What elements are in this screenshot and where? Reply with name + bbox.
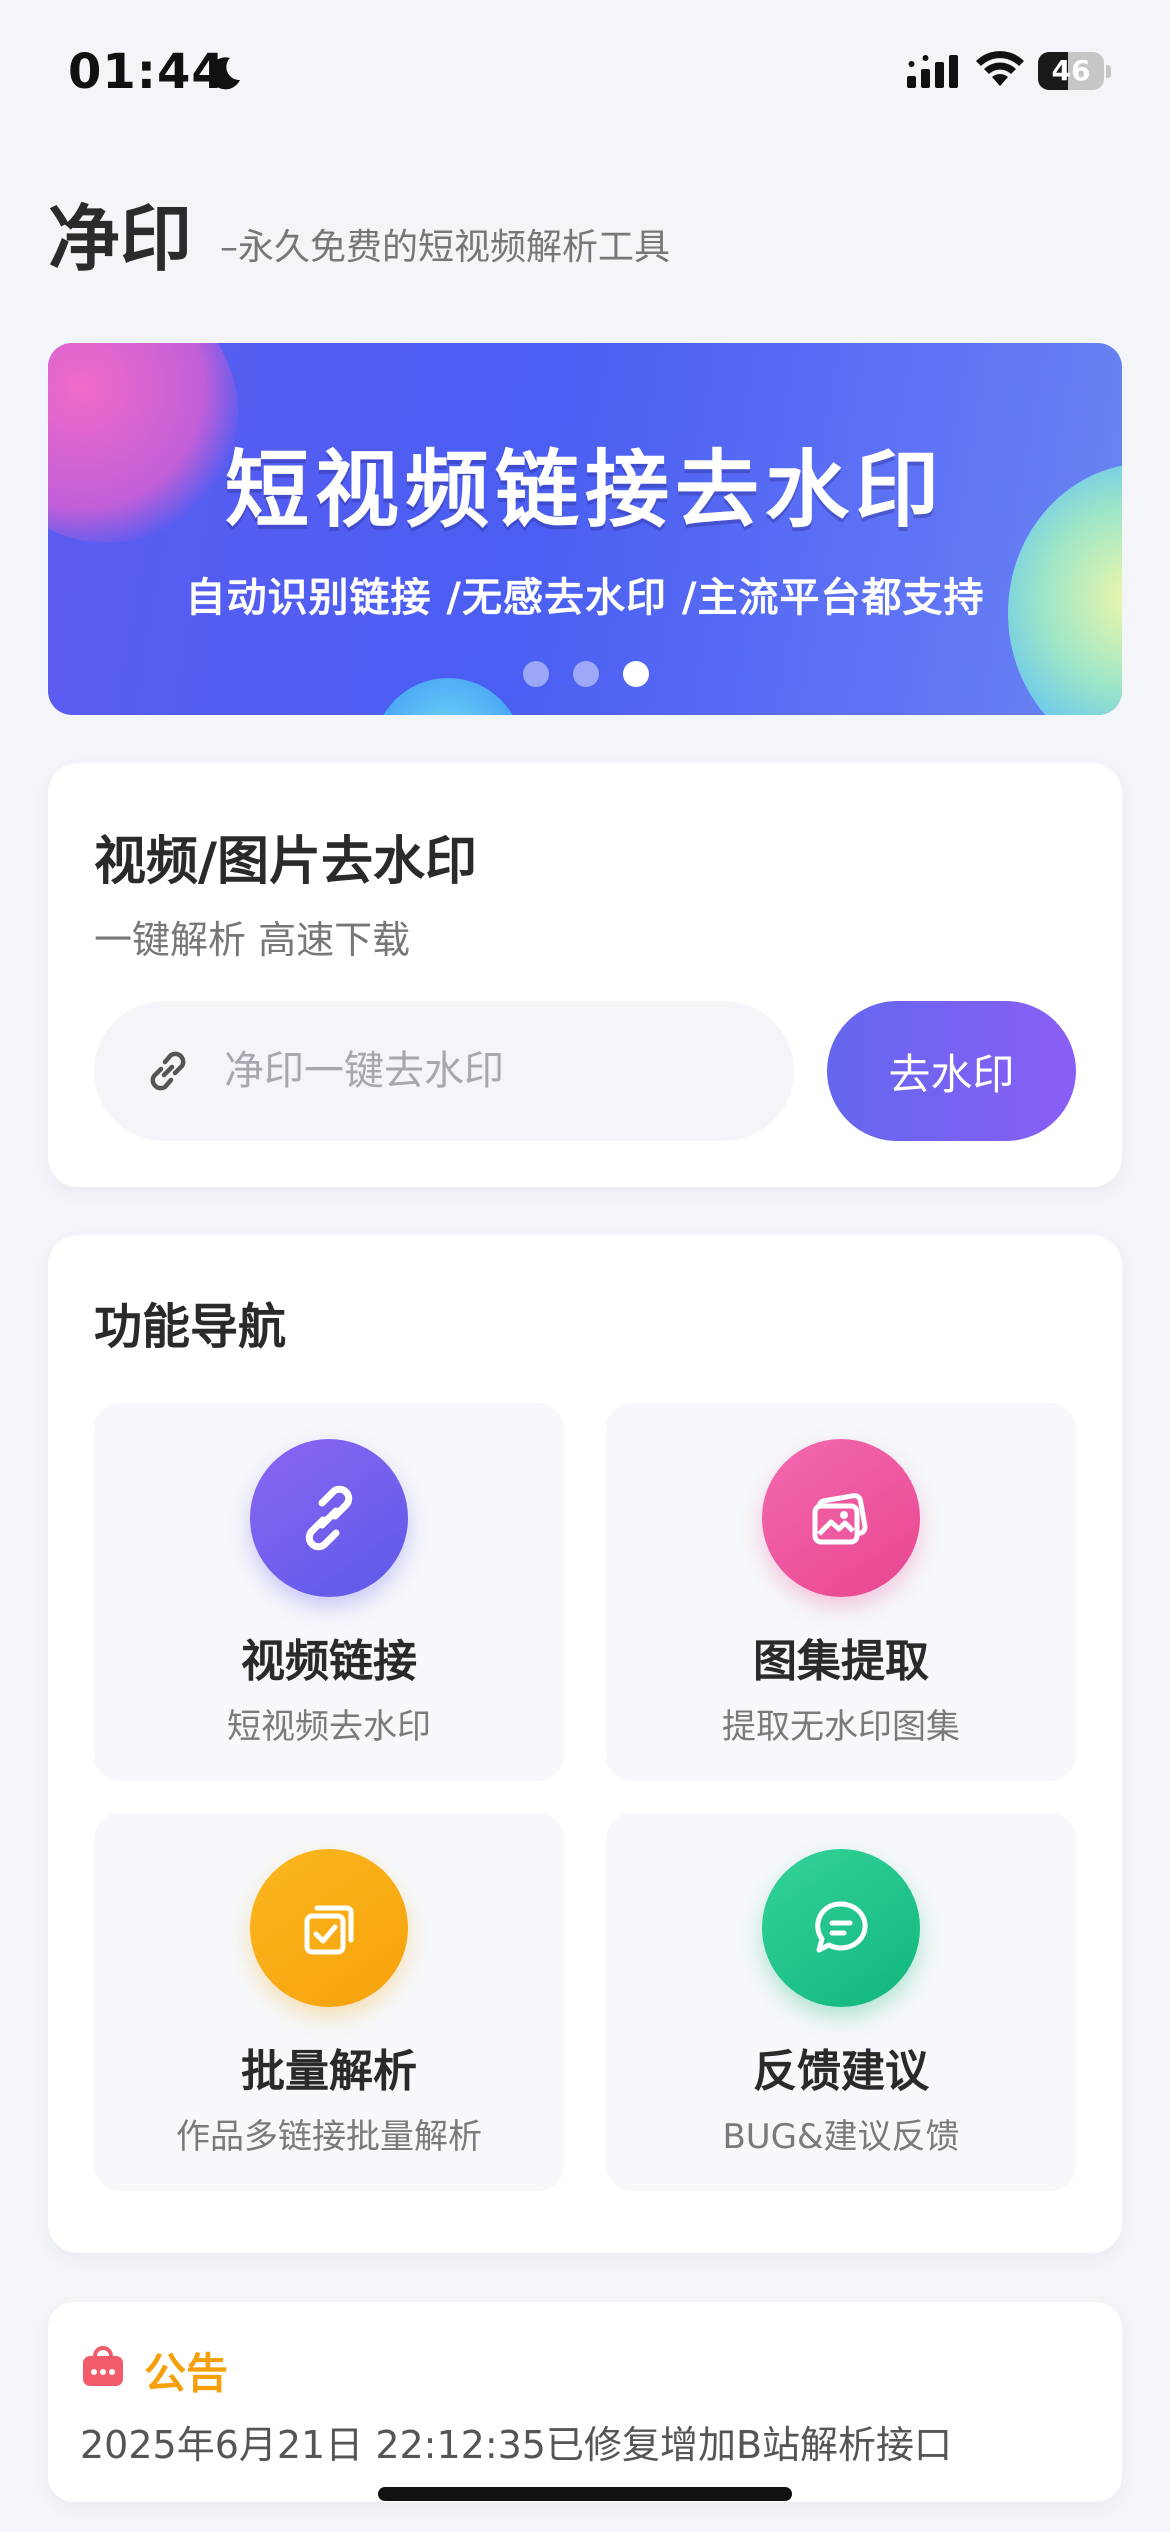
- carousel-indicator: [523, 661, 653, 689]
- banner-headline: 短视频链接去水印: [224, 441, 945, 539]
- banner-decoration-blue: [373, 678, 523, 715]
- tile-label: 图集提取: [753, 1636, 929, 1687]
- battery-tip: [1106, 65, 1111, 78]
- promo-banner[interactable]: 短视频链接去水印 自动识别链接 /无感去水印 /主流平台都支持: [48, 343, 1122, 715]
- tile-icon-circle: [762, 1849, 920, 2007]
- parse-card-title: 视频/图片去水印: [94, 832, 477, 892]
- banner-subline: 自动识别链接 /无感去水印 /主流平台都支持: [185, 575, 985, 621]
- tile-description: BUG&建议反馈: [722, 2117, 960, 2157]
- tile-icon-circle: [762, 1439, 920, 1597]
- battery-percentage: 46: [1051, 54, 1091, 87]
- tile-description: 提取无水印图集: [722, 1707, 960, 1747]
- feature-nav-card: 功能导航 视频链接 短视频去水印 图集提取 提取无水印图集 批量解析 作品多链接…: [48, 1235, 1122, 2253]
- carousel-dot[interactable]: [523, 661, 549, 687]
- battery-icon: 46: [1038, 52, 1111, 92]
- tile-label: 批量解析: [241, 2046, 417, 2097]
- moon-icon: [209, 57, 240, 90]
- battery-body: 46: [1038, 52, 1104, 90]
- tile-label: 视频链接: [241, 1636, 417, 1687]
- feature-nav-title: 功能导航: [94, 1299, 287, 1355]
- nav-tile-feedback[interactable]: 反馈建议 BUG&建议反馈: [606, 1813, 1076, 2191]
- app-subtitle: –永久免费的短视频解析工具: [220, 227, 671, 268]
- batch-check-icon: [304, 1905, 354, 1955]
- tile-description: 短视频去水印: [227, 1707, 431, 1747]
- link-icon: [150, 1051, 186, 1091]
- tile-label: 反馈建议: [753, 2046, 929, 2097]
- chain-link-icon: [305, 1485, 353, 1551]
- status-time: 01:44: [68, 44, 226, 100]
- link-input[interactable]: [224, 1001, 764, 1141]
- nav-tile-gallery-extract[interactable]: 图集提取 提取无水印图集: [606, 1403, 1076, 1781]
- nav-tile-video-link[interactable]: 视频链接 短视频去水印: [94, 1403, 564, 1781]
- announcement-title: 公告: [144, 2349, 229, 2398]
- tile-icon-circle: [250, 1439, 408, 1597]
- app-title: 净印: [48, 197, 193, 281]
- remove-watermark-button[interactable]: 去水印: [827, 1001, 1076, 1141]
- announcement-text: 2025年6月21日 22:12:35已修复增加B站解析接口: [80, 2423, 953, 2467]
- announcement-card[interactable]: 公告 2025年6月21日 22:12:35已修复增加B站解析接口: [48, 2302, 1122, 2502]
- signal-icon: [907, 55, 958, 88]
- parse-card-subtitle: 一键解析 高速下载: [94, 918, 411, 962]
- tile-icon-circle: [250, 1849, 408, 2007]
- announcement-icon: [83, 2346, 123, 2386]
- wifi-icon: [976, 51, 1024, 86]
- nav-tile-batch-parse[interactable]: 批量解析 作品多链接批量解析: [94, 1813, 564, 2191]
- home-screen: 01:44 46 净印 –永久免费的短视频解析工具 短视频链接去水印 自动识别链…: [0, 0, 1170, 2532]
- parse-card: 视频/图片去水印 一键解析 高速下载 去水印: [48, 763, 1122, 1187]
- chat-bubble-icon: [815, 1901, 868, 1953]
- image-gallery-icon: [812, 1493, 868, 1545]
- carousel-dot[interactable]: [573, 661, 599, 687]
- link-input-container[interactable]: [94, 1001, 794, 1141]
- status-bar: 01:44 46: [0, 0, 1170, 150]
- home-indicator[interactable]: [378, 2487, 792, 2501]
- tile-description: 作品多链接批量解析: [176, 2117, 482, 2157]
- carousel-dot-active[interactable]: [623, 661, 649, 687]
